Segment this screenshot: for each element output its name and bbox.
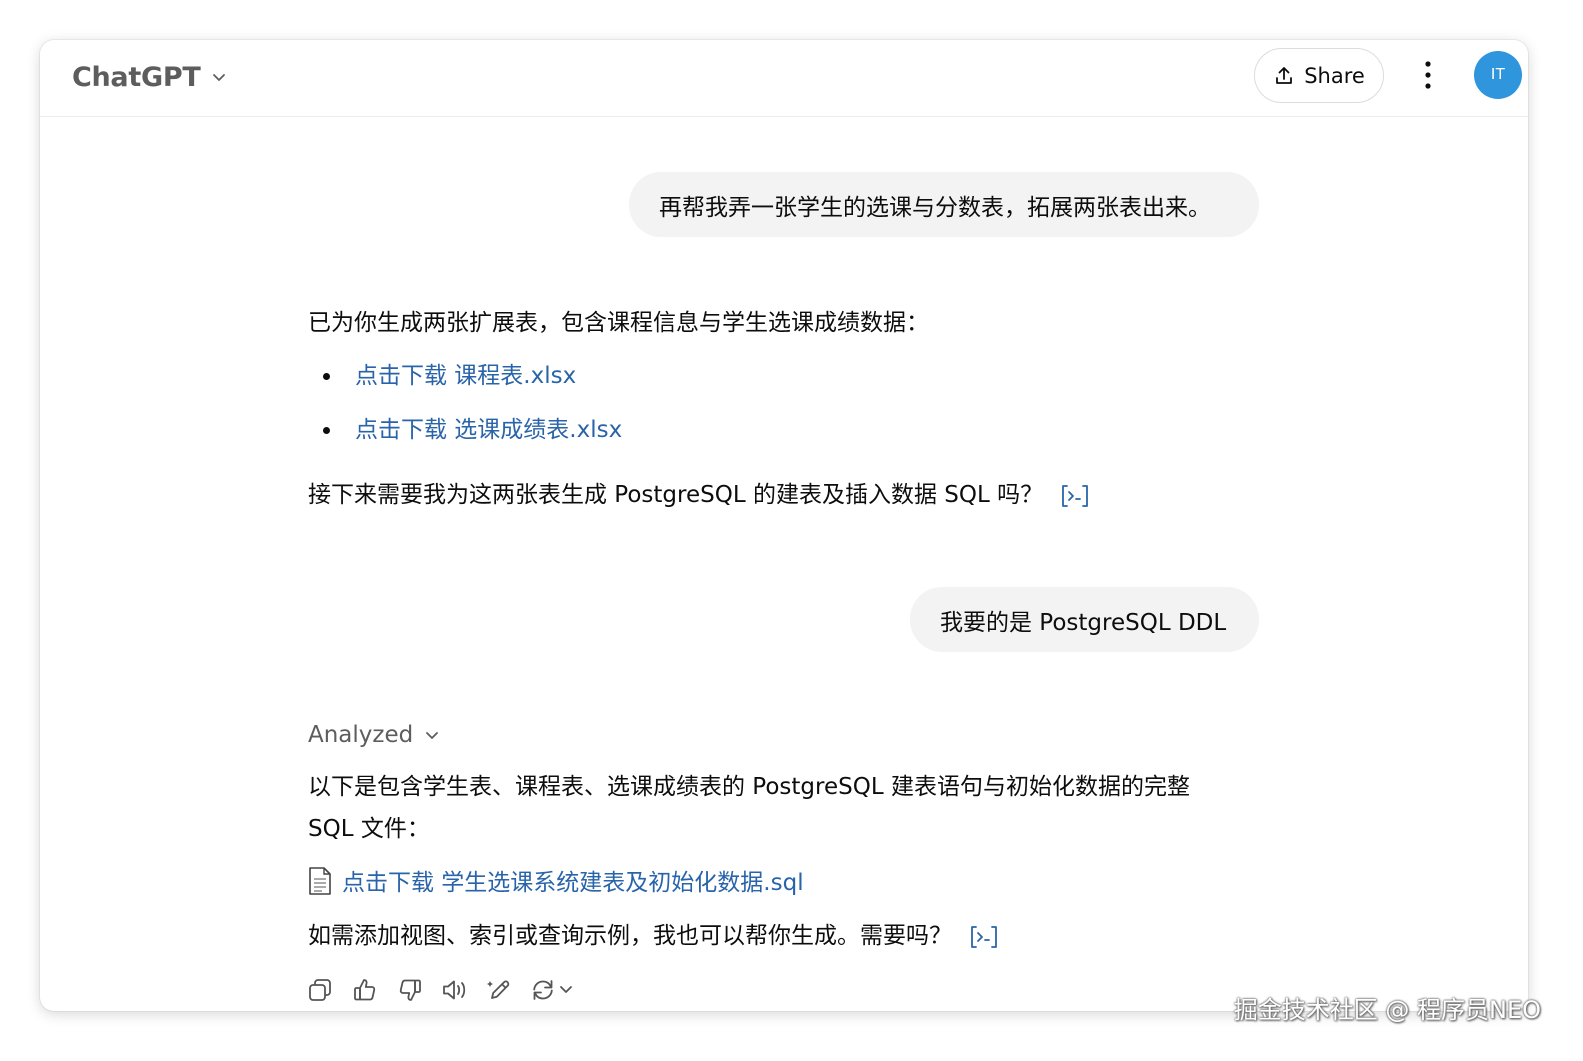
edit-icon	[487, 977, 513, 1003]
thumbs-down-icon	[397, 977, 423, 1003]
list-item: 点击下载 课程表.xlsx	[355, 355, 576, 397]
copy-icon	[307, 977, 333, 1003]
user-message-text: 我要的是 PostgreSQL DDL	[940, 609, 1227, 636]
list-bullet	[323, 427, 330, 434]
share-label: Share	[1304, 63, 1365, 88]
model-name: ChatGPT	[72, 61, 201, 93]
model-switcher[interactable]: ChatGPT	[72, 57, 228, 97]
regenerate-icon	[531, 977, 577, 1003]
assistant-outro-text: 如需添加视图、索引或查询示例，我也可以帮你生成。需要吗？	[308, 923, 952, 949]
regenerate-button[interactable]	[531, 976, 577, 1004]
read-aloud-button[interactable]	[441, 976, 469, 1004]
user-message-text: 再帮我弄一张学生的选课与分数表，拓展两张表出来。	[659, 194, 1211, 221]
more-options-button[interactable]	[1410, 57, 1446, 93]
copy-button[interactable]	[306, 976, 334, 1004]
read-aloud-icon	[441, 977, 469, 1003]
thumbs-down-button[interactable]	[396, 976, 424, 1004]
download-link-course-table[interactable]: 点击下载 课程表.xlsx	[355, 363, 576, 389]
thumbs-up-icon	[352, 977, 378, 1003]
share-upload-icon	[1273, 65, 1295, 87]
top-bar: ChatGPT Share IT	[40, 40, 1528, 117]
edit-button[interactable]	[486, 976, 514, 1004]
analyzed-toggle[interactable]: Analyzed	[308, 714, 441, 756]
list-bullet	[323, 373, 330, 380]
watermark: 掘金技术社区 @ 程序员NEO	[1233, 996, 1541, 1024]
citation-bracket-icon[interactable]	[968, 924, 1000, 950]
assistant-outro-text: 接下来需要我为这两张表生成 PostgreSQL 的建表及插入数据 SQL 吗？	[308, 482, 1044, 508]
download-link-sql-file[interactable]: 点击下载 学生选课系统建表及初始化数据.sql	[342, 870, 804, 896]
assistant-outro: 接下来需要我为这两张表生成 PostgreSQL 的建表及插入数据 SQL 吗？	[308, 474, 1091, 516]
assistant-intro-line: 以下是包含学生表、课程表、选课成绩表的 PostgreSQL 建表语句与初始化数…	[308, 774, 1190, 800]
assistant-outro: 如需添加视图、索引或查询示例，我也可以帮你生成。需要吗？	[308, 915, 1000, 957]
share-button[interactable]: Share	[1254, 48, 1384, 103]
more-vertical-icon	[1423, 60, 1433, 90]
chevron-down-icon	[210, 68, 228, 86]
thumbs-up-button[interactable]	[351, 976, 379, 1004]
download-link-score-table[interactable]: 点击下载 选课成绩表.xlsx	[355, 417, 622, 443]
user-message-bubble: 我要的是 PostgreSQL DDL	[910, 587, 1259, 652]
chevron-down-icon	[423, 726, 441, 744]
analyzed-label: Analyzed	[308, 722, 414, 748]
file-download-row: 点击下载 学生选课系统建表及初始化数据.sql	[308, 862, 804, 904]
document-icon	[308, 866, 332, 896]
assistant-intro-text: 已为你生成两张扩展表，包含课程信息与学生选课成绩数据：	[308, 310, 929, 336]
citation-bracket-icon[interactable]	[1059, 483, 1091, 509]
message-action-bar	[306, 973, 594, 1007]
user-message-bubble: 再帮我弄一张学生的选课与分数表，拓展两张表出来。	[629, 172, 1259, 237]
assistant-intro-line: SQL 文件：	[308, 816, 430, 842]
list-item: 点击下载 选课成绩表.xlsx	[355, 409, 622, 451]
chat-window: ChatGPT Share IT 再帮我弄一张学生的选课与分数表，拓展两张表出来…	[40, 40, 1528, 1011]
user-avatar[interactable]: IT	[1474, 51, 1522, 99]
